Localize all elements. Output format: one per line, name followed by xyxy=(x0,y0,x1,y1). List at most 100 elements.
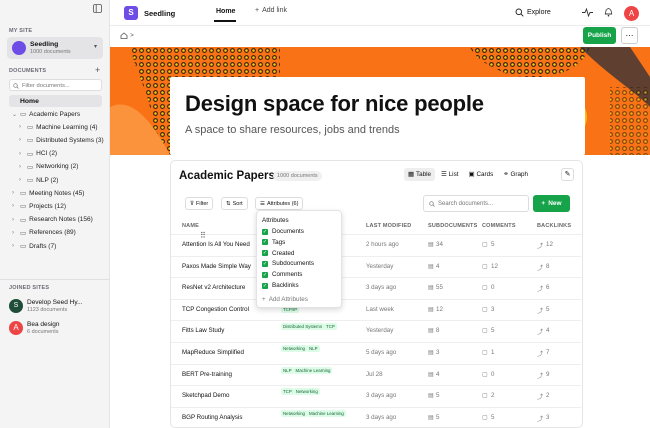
document-name[interactable]: Paxos Made Simple Way xyxy=(182,263,251,270)
tag-chip[interactable]: Networking xyxy=(293,388,320,396)
chevron-right-icon[interactable]: › xyxy=(12,243,17,249)
chevron-down-icon[interactable]: ⌄ xyxy=(12,111,17,118)
tag-chip[interactable]: Distributed Systems xyxy=(281,323,325,331)
checkbox-checked-icon[interactable]: ✓ xyxy=(262,271,268,278)
chevron-right-icon[interactable]: › xyxy=(12,203,17,209)
sidebar-tree-item[interactable]: › ▭ Distributed Systems (3) xyxy=(19,136,104,145)
document-name[interactable]: ResNet v2 Architecture xyxy=(182,284,245,291)
sidebar-tree-item[interactable]: › ▭ Networking (2) xyxy=(19,163,78,171)
more-button[interactable]: ⋯ xyxy=(621,27,638,44)
sidebar-tree-item[interactable]: › ▭ HCI (2) xyxy=(19,150,57,158)
chevron-right-icon[interactable]: › xyxy=(19,124,24,130)
document-name[interactable]: Fitts Law Study xyxy=(182,327,224,334)
checkbox-checked-icon[interactable]: ✓ xyxy=(262,282,268,289)
document-name[interactable]: Sketchpad Demo xyxy=(182,392,229,399)
site-switcher[interactable]: Seedling 1000 documents ▾ xyxy=(7,37,103,59)
bell-icon[interactable] xyxy=(604,7,613,17)
tag-chip[interactable]: Machine Learning xyxy=(293,366,333,374)
tab-home[interactable]: Home xyxy=(216,8,235,15)
edit-view-button[interactable]: ✎ xyxy=(561,168,574,181)
chevron-right-icon[interactable]: › xyxy=(19,164,24,170)
tab-table[interactable]: ▦ Table xyxy=(404,168,436,181)
tag-chip[interactable]: TCP xyxy=(281,388,294,396)
column-comments[interactable]: COMMENTS xyxy=(482,223,516,229)
table-row[interactable]: TCP Congestion Control TCP/IP Last week ▤ 12… xyxy=(171,300,581,322)
chevron-right-icon[interactable]: › xyxy=(12,230,17,236)
document-name[interactable]: MapReduce Simplified xyxy=(182,349,244,356)
sidebar-tree-item[interactable]: › ▭ NLP (2) xyxy=(19,176,58,185)
filter-button[interactable]: ⊽ Filter xyxy=(185,197,214,210)
sort-button[interactable]: ⇅ Sort xyxy=(221,197,248,210)
document-name[interactable]: BGP Routing Analysis xyxy=(182,414,242,421)
table-row[interactable]: BGP Routing Analysis Networking Machine Le… xyxy=(171,408,581,427)
table-row[interactable]: BERT Pre-training NLP Machine Learning Jul … xyxy=(171,365,581,387)
folder-icon: ▭ xyxy=(27,177,34,184)
sidebar-tree-item[interactable]: › ▭ Research Notes (156) xyxy=(12,216,93,224)
table-row[interactable]: Fitts Law Study Distributed Systems TCP Yes… xyxy=(171,321,581,343)
attribute-option[interactable]: ✓ Comments xyxy=(262,271,302,278)
attributes-button[interactable]: ☰ Attributes (6) xyxy=(255,197,304,210)
attribute-option[interactable]: ✓ Backlinks xyxy=(262,282,299,289)
attribute-option[interactable]: ✓ Subdocuments xyxy=(262,260,314,267)
chevron-right-icon[interactable]: › xyxy=(19,151,24,157)
add-attributes-button[interactable]: + Add Attributes xyxy=(262,296,308,303)
activity-icon[interactable] xyxy=(582,8,593,17)
checkbox-checked-icon[interactable]: ✓ xyxy=(262,228,268,235)
sidebar-tree-item[interactable]: ⌄ ▭ Academic Papers xyxy=(12,110,80,119)
table-row[interactable]: Attention Is All You Need 2 hours ago ▤ 34 ▢… xyxy=(171,235,581,257)
sidebar-item-home[interactable]: Home xyxy=(9,95,102,107)
chevron-right-icon[interactable]: › xyxy=(12,190,17,196)
attribute-option[interactable]: ✓ Created xyxy=(262,250,294,257)
column-backlinks[interactable]: BACKLINKS xyxy=(537,223,571,229)
checkbox-checked-icon[interactable]: ✓ xyxy=(262,239,268,246)
tag-chip[interactable]: NLP xyxy=(281,366,294,374)
table-row[interactable]: Paxos Made Simple Way Yesterday ▤ 4 ▢ 12 ⤴ 8 xyxy=(171,257,581,279)
last-modified: 3 days ago xyxy=(366,392,397,400)
table-row[interactable]: MapReduce Simplified Networking NLP 5 days … xyxy=(171,343,581,365)
tag-chip[interactable]: NLP xyxy=(306,345,320,352)
drag-handle-icon[interactable]: ⠿ xyxy=(200,231,206,240)
document-name[interactable]: TCP Congestion Control xyxy=(182,306,249,313)
sidebar-tree-item[interactable]: › ▭ Meeting Notes (45) xyxy=(12,189,84,198)
tab-graph[interactable]: ⚭ Graph xyxy=(499,168,532,181)
bea-logo: A xyxy=(9,321,23,335)
tag-chip[interactable]: Networking xyxy=(281,409,307,417)
chevron-right-icon[interactable]: › xyxy=(19,177,24,183)
add-link-button[interactable]: + Add link xyxy=(255,7,287,14)
home-icon[interactable] xyxy=(120,32,128,39)
sidebar-toggle-icon[interactable] xyxy=(93,4,102,13)
joined-site-develop-seed[interactable]: S Develop Seed Hy... 1123 documents xyxy=(9,297,104,317)
user-avatar[interactable]: A xyxy=(624,6,639,21)
chevron-right-icon[interactable]: › xyxy=(12,217,17,223)
chevron-right-icon[interactable]: › xyxy=(19,137,24,143)
tab-list[interactable]: ☰ List xyxy=(437,168,462,181)
tag-chip[interactable]: Networking xyxy=(281,345,307,352)
sidebar-tree-item[interactable]: › ▭ References (89) xyxy=(12,229,76,237)
column-name[interactable]: NAME xyxy=(182,223,199,229)
add-document-icon[interactable]: + xyxy=(95,65,100,75)
active-tab-underline xyxy=(214,20,236,22)
sidebar-tree-item[interactable]: › ▭ Drafts (7) xyxy=(12,242,56,251)
joined-site-bea-design[interactable]: A Bea design 6 documents xyxy=(9,319,104,339)
checkbox-checked-icon[interactable]: ✓ xyxy=(262,260,268,267)
explore-button[interactable]: Explore xyxy=(515,8,551,17)
sidebar-tree-item[interactable]: › ▭ Machine Learning (4) xyxy=(19,123,98,132)
table-row[interactable]: ResNet v2 Architecture 3 days ago ▤ 55 ▢ 0 ⤴ 6 xyxy=(171,278,581,300)
filter-documents-input[interactable]: Filter documents... xyxy=(9,79,102,91)
sidebar-tree-item[interactable]: › ▭ Projects (12) xyxy=(12,202,66,211)
table-row[interactable]: Sketchpad Demo TCP Networking 3 days ago ▤ 5 ▢… xyxy=(171,386,581,408)
checkbox-checked-icon[interactable]: ✓ xyxy=(262,250,268,257)
column-last-modified[interactable]: LAST MODIFIED xyxy=(366,223,411,229)
document-name[interactable]: BERT Pre-training xyxy=(182,371,232,378)
app-logo[interactable]: S xyxy=(124,6,138,20)
tab-cards[interactable]: ▣ Cards xyxy=(464,168,497,181)
column-subdocuments[interactable]: SUBDOCUMENTS xyxy=(428,223,477,229)
tag-chip[interactable]: TCP xyxy=(324,323,337,331)
attribute-option[interactable]: ✓ Documents xyxy=(262,228,304,235)
tag-chip[interactable]: Machine Learning xyxy=(306,409,346,417)
attribute-option[interactable]: ✓ Tags xyxy=(262,239,285,246)
document-name[interactable]: Attention Is All You Need xyxy=(182,241,250,248)
search-documents-input[interactable]: Search documents... xyxy=(423,195,529,212)
publish-button[interactable]: Publish xyxy=(583,27,616,44)
new-document-button[interactable]: + New xyxy=(533,195,570,212)
